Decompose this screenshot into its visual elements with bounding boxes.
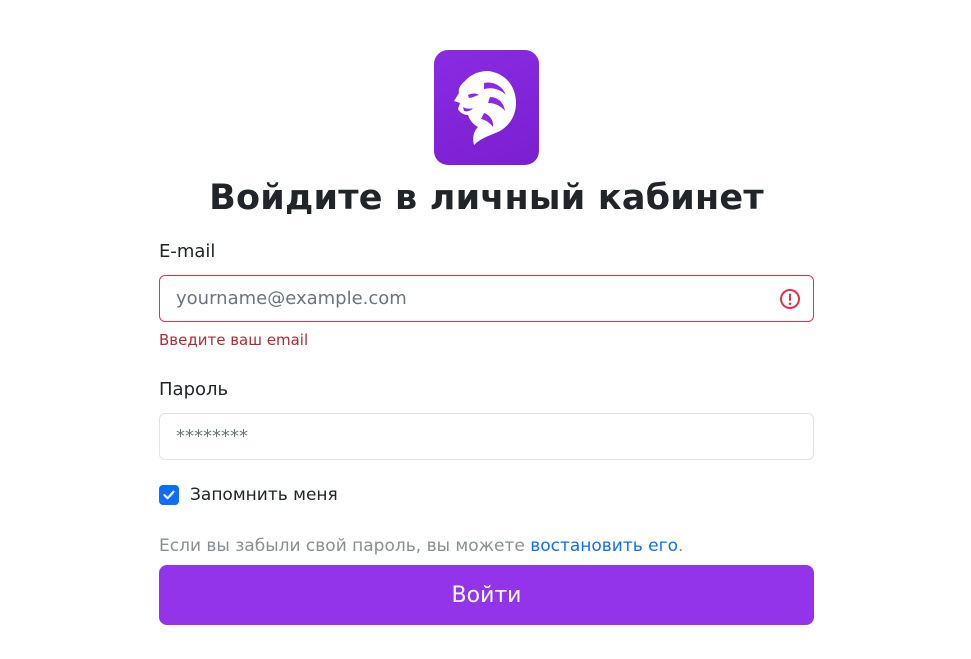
email-field[interactable]	[159, 275, 814, 322]
remember-label: Запомнить меня	[190, 485, 338, 505]
brand-logo	[434, 50, 539, 165]
checkmark-icon	[163, 490, 175, 500]
remember-checkbox[interactable]	[159, 485, 179, 505]
email-error-message: Введите ваш email	[159, 331, 309, 349]
password-field[interactable]	[159, 413, 814, 460]
lion-logo-icon	[453, 70, 516, 145]
hint-end: .	[677, 536, 684, 556]
login-form-container: Войдите в личный кабинет E-mail Введите …	[159, 0, 814, 659]
page-title: Войдите в личный кабинет	[209, 178, 764, 218]
login-button[interactable]: Войти	[159, 565, 814, 625]
restore-password-link[interactable]: востановить его	[530, 536, 678, 556]
email-label: E-mail	[159, 241, 216, 262]
exclamation-circle-icon	[780, 289, 800, 309]
password-label: Пароль	[159, 379, 229, 400]
remember-me[interactable]: Запомнить меня	[159, 485, 338, 505]
forgot-password-hint: Если вы забыли свой пароль, вы можете во…	[159, 536, 683, 556]
hint-text: Если вы забыли свой пароль, вы можете	[159, 536, 531, 556]
